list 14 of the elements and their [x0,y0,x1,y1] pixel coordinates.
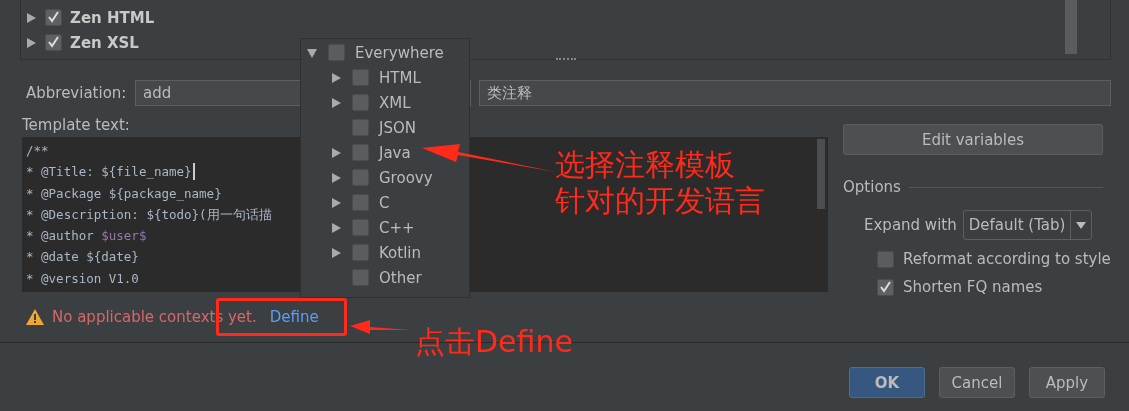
code-line: * @Package ${package_name} [26,184,222,203]
annotation-text: 点击Define [415,324,573,360]
code-line: * @version V1.0 [26,269,139,288]
abbreviation-label: Abbreviation: [26,84,127,102]
annotation-text: 选择注释模板 [555,147,735,183]
code-line: * @author $user$ [26,227,147,246]
code-line: * @date ${date} [26,248,139,267]
options-heading: Options [843,178,901,196]
expand-with-label: Expand with [864,216,957,234]
code-line: /** [26,142,49,160]
template-text-label: Template text: [22,116,130,134]
code-line: * @Description: ${todo}(用一句话描 [26,205,272,224]
annotation-text: 针对的开发语言 [555,183,765,219]
code-line: * @Title: ${file_name} [26,163,192,182]
